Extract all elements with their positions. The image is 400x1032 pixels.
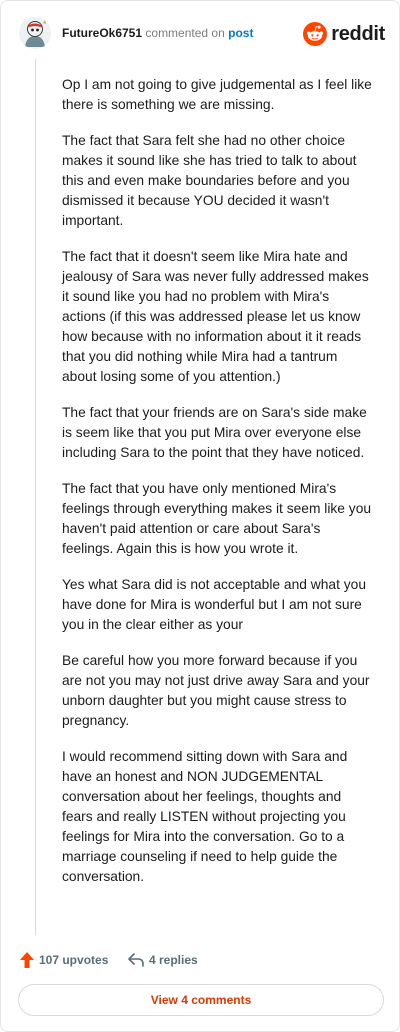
reply-arrow-icon xyxy=(128,953,144,967)
upvote-arrow-icon xyxy=(20,952,34,968)
comment-paragraph: The fact that your friends are on Sara's… xyxy=(62,405,367,460)
reddit-wordmark: reddit xyxy=(331,22,385,45)
commented-on-label: commented on xyxy=(145,26,225,40)
replies-button[interactable]: 4 replies xyxy=(127,949,198,971)
comment-meta: FutureOk6751 commented on post xyxy=(62,26,253,41)
comment-card: FutureOk6751 commented on post reddit Op… xyxy=(0,0,400,1032)
comment-actions: 107 upvotes 4 replies xyxy=(19,949,385,971)
comment-paragraph: The fact that it doesn't seem like Mira … xyxy=(62,249,369,384)
comment-paragraph: I would recommend sitting down with Sara… xyxy=(62,749,348,884)
comment-paragraph: The fact that you have only mentioned Mi… xyxy=(62,481,372,556)
reddit-logo-icon xyxy=(303,22,328,46)
post-link[interactable]: post xyxy=(228,26,253,40)
view-comments-button[interactable]: View 4 comments xyxy=(18,984,384,1016)
thread-line[interactable] xyxy=(35,59,36,935)
upvote-count: 107 upvotes xyxy=(39,953,109,967)
comment-paragraph: Op I am not going to give judgemental as… xyxy=(62,77,372,112)
reddit-brand[interactable]: reddit xyxy=(303,21,385,47)
comment-header: FutureOk6751 commented on post reddit xyxy=(19,17,385,51)
reply-count: 4 replies xyxy=(149,953,198,967)
comment-paragraph: Yes what Sara did is not acceptable and … xyxy=(62,577,366,632)
upvote-button[interactable]: 107 upvotes xyxy=(19,949,108,971)
comment-paragraph: Be careful how you more forward because … xyxy=(62,653,370,728)
comment-paragraph: The fact that Sara felt she had no other… xyxy=(62,133,357,228)
avatar-icon[interactable] xyxy=(19,17,51,49)
comment-body: Op I am not going to give judgemental as… xyxy=(62,75,374,903)
author-username[interactable]: FutureOk6751 xyxy=(62,26,142,40)
